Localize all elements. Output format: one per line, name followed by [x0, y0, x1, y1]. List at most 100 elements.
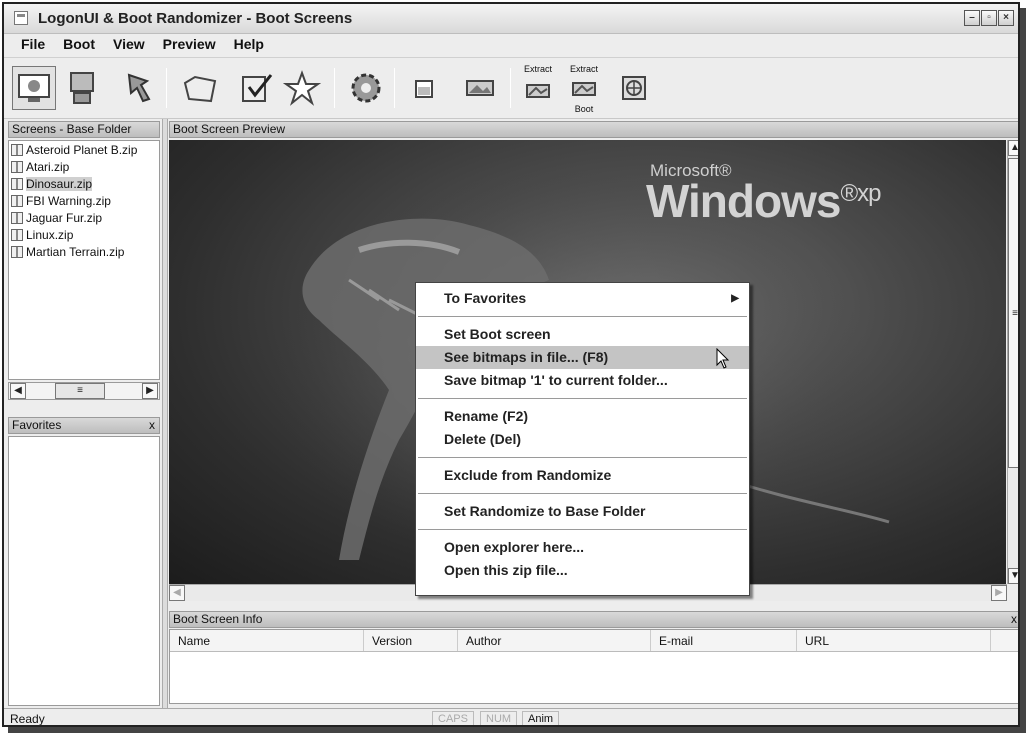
pane-splitter[interactable]	[162, 119, 168, 709]
menu-item-rename[interactable]: Rename (F2)	[416, 405, 749, 428]
scroll-right-icon[interactable]: ▶	[991, 585, 1007, 601]
scroll-up-icon[interactable]: ▲	[1008, 140, 1018, 156]
screens-hscrollbar[interactable]: ◀ ≡ ▶	[8, 382, 160, 400]
preview-button[interactable]	[402, 66, 446, 110]
preview-vscrollbar[interactable]: ▲ ≡ ▼	[1007, 140, 1018, 584]
menu-help[interactable]: Help	[225, 34, 273, 56]
scroll-down-icon[interactable]: ▼	[1008, 568, 1018, 584]
screens-list: Asteroid Planet B.zip Atari.zip Dinosaur…	[8, 140, 160, 380]
menu-item-set-randomize[interactable]: Set Randomize to Base Folder	[416, 500, 749, 523]
window-icon	[415, 80, 433, 98]
title-bar: LogonUI & Boot Randomizer - Boot Screens…	[4, 4, 1018, 34]
status-bar: Ready CAPS NUM Anim	[4, 708, 1018, 726]
app-icon	[14, 11, 28, 25]
list-item[interactable]: Atari.zip	[9, 158, 159, 175]
mouse-cursor-icon	[716, 348, 730, 369]
monitor-icon	[18, 74, 50, 102]
open-folder-button[interactable]	[178, 66, 222, 110]
favorite-button[interactable]	[280, 66, 324, 110]
scroll-thumb[interactable]: ≡	[1008, 158, 1018, 468]
list-item-selected[interactable]: Dinosaur.zip	[9, 175, 159, 192]
list-item[interactable]: Linux.zip	[9, 226, 159, 243]
zip-icon	[11, 177, 23, 190]
gear-icon	[351, 73, 381, 103]
info-close-button[interactable]: x	[1011, 612, 1017, 627]
cursors-button[interactable]	[116, 66, 160, 110]
menu-item-open-explorer[interactable]: Open explorer here...	[416, 536, 749, 559]
extract-icon	[526, 84, 550, 98]
scroll-left-icon[interactable]: ◀	[10, 383, 26, 399]
apply-button[interactable]	[234, 66, 278, 110]
favorites-list	[8, 436, 160, 706]
toolbar: Extract Extract Boot	[4, 57, 1018, 119]
logon-screens-button[interactable]	[60, 66, 104, 110]
web-button[interactable]	[612, 66, 656, 110]
zip-icon	[11, 194, 23, 207]
favorites-title: Favorites	[12, 418, 62, 432]
list-item[interactable]: Jaguar Fur.zip	[9, 209, 159, 226]
context-menu: To Favorites ▶ Set Boot screen See bitmap…	[415, 282, 750, 596]
check-icon	[242, 74, 273, 102]
boot-screens-button[interactable]	[12, 66, 56, 110]
menu-separator	[418, 457, 747, 458]
column-url[interactable]: URL	[797, 630, 991, 651]
menu-preview[interactable]: Preview	[154, 34, 225, 56]
menu-item-see-bitmaps[interactable]: See bitmaps in file... (F8)	[416, 346, 749, 369]
menu-item-open-zip[interactable]: Open this zip file...	[416, 559, 749, 582]
menu-separator	[418, 316, 747, 317]
zip-icon	[11, 245, 23, 258]
scroll-left-icon[interactable]: ◀	[169, 585, 185, 601]
app-window: LogonUI & Boot Randomizer - Boot Screens…	[2, 2, 1020, 727]
column-email[interactable]: E-mail	[651, 630, 797, 651]
settings-button[interactable]	[344, 66, 388, 110]
menu-item-set-boot[interactable]: Set Boot screen	[416, 323, 749, 346]
menu-file[interactable]: File	[12, 34, 54, 56]
cursor-icon	[127, 73, 151, 103]
maximize-button[interactable]: ▫	[981, 10, 997, 26]
menu-item-to-favorites[interactable]: To Favorites ▶	[416, 287, 749, 310]
list-item[interactable]: Martian Terrain.zip	[9, 243, 159, 260]
zip-icon	[11, 143, 23, 156]
globe-icon	[622, 76, 646, 100]
caps-indicator: CAPS	[432, 711, 474, 725]
minimize-button[interactable]: –	[964, 10, 980, 26]
computer-icon	[70, 72, 94, 104]
menu-item-exclude[interactable]: Exclude from Randomize	[416, 464, 749, 487]
column-name[interactable]: Name	[170, 630, 364, 651]
picture-icon	[466, 80, 494, 96]
close-button[interactable]: ×	[998, 10, 1014, 26]
info-pane-header: Boot Screen Info x	[169, 611, 1018, 628]
list-item[interactable]: FBI Warning.zip	[9, 192, 159, 209]
column-author[interactable]: Author	[458, 630, 651, 651]
anim-indicator: Anim	[522, 711, 560, 725]
favorites-pane-header: Favorites x	[8, 417, 160, 434]
info-title: Boot Screen Info	[173, 612, 263, 626]
menu-item-save-bitmap[interactable]: Save bitmap '1' to current folder...	[416, 369, 749, 392]
num-indicator: NUM	[480, 711, 518, 725]
zip-icon	[11, 160, 23, 173]
list-item[interactable]: Asteroid Planet B.zip	[9, 141, 159, 158]
zip-icon	[11, 228, 23, 241]
column-version[interactable]: Version	[364, 630, 458, 651]
menu-bar: File Boot View Preview Help	[4, 34, 1018, 56]
status-text: Ready	[10, 712, 45, 726]
preview-pane-header: Boot Screen Preview	[169, 121, 1018, 138]
menu-item-delete[interactable]: Delete (Del)	[416, 428, 749, 451]
scroll-thumb[interactable]: ≡	[55, 383, 105, 399]
favorites-close-button[interactable]: x	[149, 418, 155, 433]
zip-icon	[11, 211, 23, 224]
scroll-right-icon[interactable]: ▶	[142, 383, 158, 399]
info-table: Name Version Author E-mail URL	[169, 629, 1018, 704]
submenu-arrow-icon: ▶	[731, 293, 739, 304]
image-button[interactable]	[458, 66, 502, 110]
extract-button[interactable]	[516, 70, 560, 114]
menu-separator	[418, 493, 747, 494]
menu-view[interactable]: View	[104, 34, 154, 56]
folder-icon	[183, 75, 217, 103]
screens-pane-header: Screens - Base Folder	[8, 121, 160, 138]
menu-boot[interactable]: Boot	[54, 34, 104, 56]
extract-boot-sublabel: Boot	[574, 104, 594, 114]
star-icon	[283, 70, 321, 106]
menu-separator	[418, 398, 747, 399]
windows-logo: Windows®xp	[646, 175, 881, 227]
